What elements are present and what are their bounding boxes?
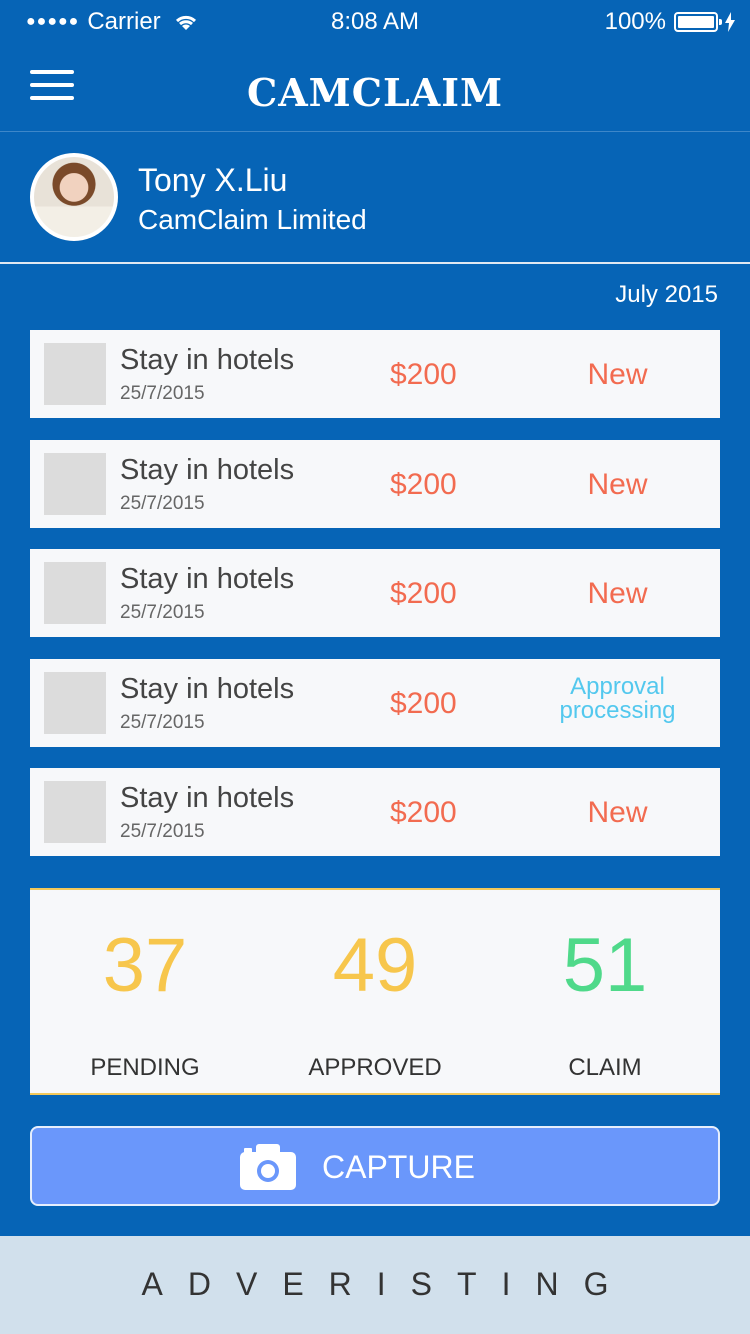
charging-bolt-icon (725, 12, 735, 32)
approved-count: 49 (332, 923, 418, 1008)
battery-status: 100% (605, 8, 736, 36)
claim-date: 25/7/2015 (120, 383, 205, 404)
receipt-thumbnail (44, 343, 106, 405)
claim-date: 25/7/2015 (120, 711, 205, 733)
claim-status: Approval processing (520, 672, 715, 724)
claim-date: 25/7/2015 (120, 492, 205, 514)
claim-item[interactable]: Stay in hotels 25/7/2015 $200 New (30, 439, 720, 528)
claim-stat[interactable]: 51 CLAIM (490, 890, 720, 1082)
claim-status-line: processing (559, 696, 676, 724)
pending-count: 37 (102, 923, 188, 1008)
claim-status: New (587, 577, 648, 610)
receipt-thumbnail (44, 562, 106, 624)
claim-status: New (587, 467, 648, 501)
approved-label: APPROVED (308, 1054, 442, 1081)
claim-amount: $200 (390, 467, 457, 501)
claim-title: Stay in hotels (120, 672, 295, 705)
claim-count: 51 (562, 923, 648, 1008)
status-bar: ●●●●● Carrier 8:08 AM 100% (0, 0, 750, 42)
receipt-thumbnail (44, 671, 106, 734)
claim-item[interactable]: Stay in hotels 25/7/2015 $200 New (30, 549, 720, 637)
receipt-thumbnail (44, 452, 106, 515)
claim-amount: $200 (390, 686, 457, 720)
claim-summary: 37 PENDING 49 APPROVED 51 CLAIM (30, 888, 720, 1095)
nav-bar: CAMCLAIM (0, 42, 750, 132)
claim-item[interactable]: Stay in hotels 25/7/2015 $200 New (30, 768, 720, 856)
advertising-text: ADVERISTING (141, 1266, 634, 1302)
claim-item[interactable]: Stay in hotels 25/7/2015 $200 Approval p… (30, 658, 720, 747)
avatar[interactable] (30, 153, 118, 241)
claim-amount: $200 (390, 796, 457, 829)
claim-status: New (587, 796, 648, 829)
claim-item[interactable]: Stay in hotels 25/7/2015 $200 New (30, 330, 720, 418)
battery-percentage: 100% (604, 8, 666, 35)
approved-stat[interactable]: 49 APPROVED (260, 890, 490, 1082)
camera-icon (240, 1144, 296, 1190)
user-profile: Tony X.Liu CamClaim Limited (0, 132, 750, 264)
pending-stat[interactable]: 37 PENDING (30, 890, 260, 1082)
claim-title: Stay in hotels (120, 782, 295, 814)
company-name: CamClaim Limited (138, 204, 367, 235)
claim-title: Stay in hotels (120, 453, 295, 486)
pending-label: PENDING (90, 1054, 200, 1081)
claim-status: New (587, 358, 648, 391)
claim-date: 25/7/2015 (120, 821, 205, 842)
user-name: Tony X.Liu (138, 162, 288, 198)
claim-amount: $200 (390, 358, 457, 391)
receipt-thumbnail (44, 781, 106, 843)
claim-list: Stay in hotels 25/7/2015 $200 New Stay i… (30, 330, 720, 878)
claim-status-line: Approval (570, 672, 665, 700)
claim-title: Stay in hotels (120, 563, 295, 595)
claim-label: CLAIM (568, 1054, 642, 1081)
claim-title: Stay in hotels (120, 344, 295, 376)
capture-label: CAPTURE (322, 1149, 475, 1185)
claim-date: 25/7/2015 (120, 602, 205, 623)
capture-button[interactable]: CAPTURE (30, 1126, 720, 1206)
battery-icon (674, 12, 722, 32)
app-logo: CAMCLAIM (246, 70, 504, 115)
claim-amount: $200 (390, 577, 457, 610)
advertising-banner[interactable]: ADVERISTING (0, 1236, 750, 1334)
month-label[interactable]: July 2015 (615, 281, 718, 309)
